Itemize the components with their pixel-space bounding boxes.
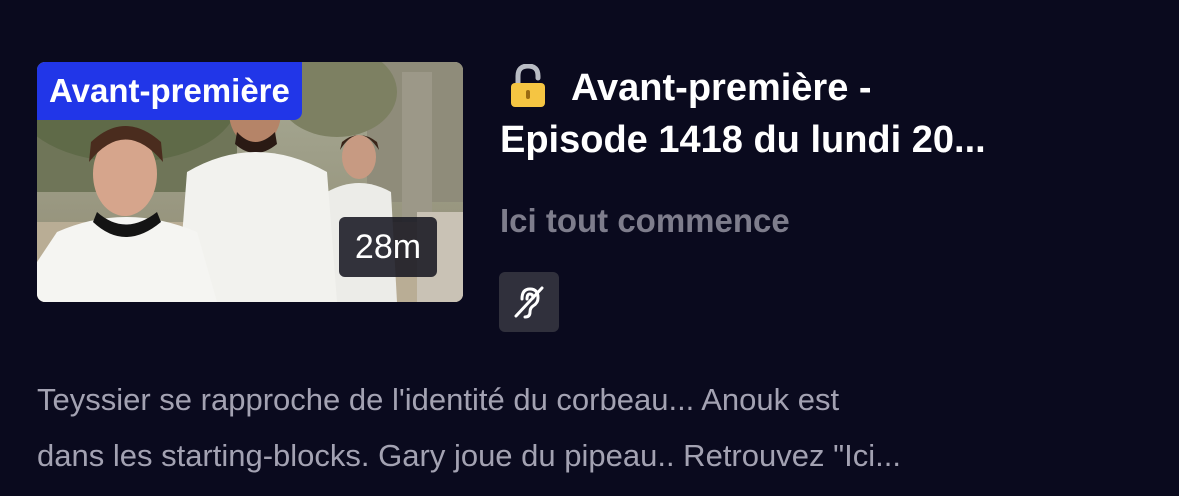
hearing-impaired-badge	[499, 272, 559, 332]
episode-title[interactable]: Avant-première - Episode 1418 du lundi 2…	[500, 62, 1140, 166]
duration-badge: 28m	[339, 217, 437, 277]
description-line2: dans les starting-blocks. Gary joue du p…	[37, 438, 901, 473]
show-name[interactable]: Ici tout commence	[500, 199, 790, 243]
hearing-impaired-icon	[514, 286, 544, 319]
preview-badge: Avant-première	[37, 62, 302, 120]
description-line1: Teyssier se rapproche de l'identité du c…	[37, 382, 840, 417]
episode-card[interactable]: Avant-première 28m Avant-première - Epis…	[0, 0, 1179, 496]
episode-thumbnail[interactable]: Avant-première 28m	[37, 62, 463, 302]
episode-description: Teyssier se rapproche de l'identité du c…	[37, 372, 1157, 484]
episode-title-line1: Avant-première -	[571, 67, 872, 109]
episode-title-line2: Episode 1418 du lundi 20...	[500, 119, 986, 161]
